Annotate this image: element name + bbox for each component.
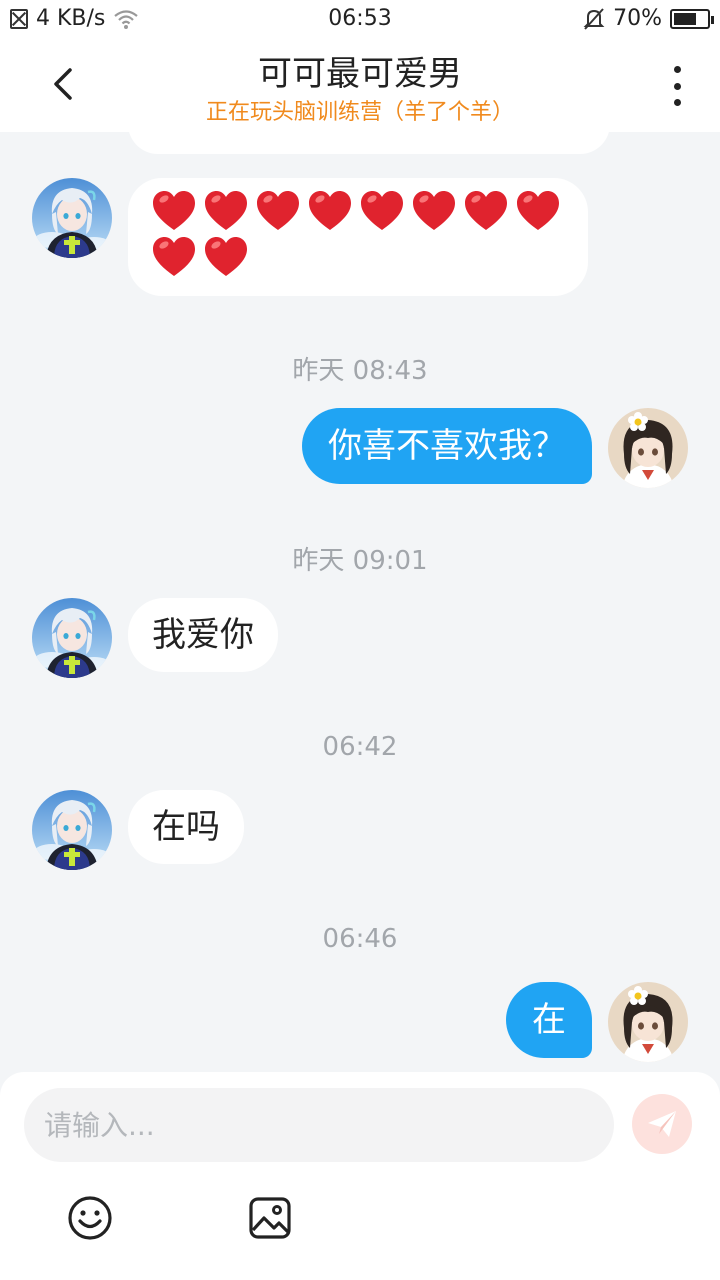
message-list[interactable]: 昨天 08:43 你喜不喜欢我？ 昨天 09:01 我爱你 06:42 在吗 0… [0, 132, 720, 1072]
message-bubble-incoming: 在吗 [128, 790, 244, 864]
battery-icon [670, 8, 714, 29]
message-bubble-outgoing: 在 [506, 982, 592, 1058]
chat-header: 可可最可爱男 正在玩头脑训练营（羊了个羊） [0, 38, 720, 132]
image-button[interactable] [246, 1194, 294, 1242]
message-bubble-outgoing: 你喜不喜欢我？ [302, 408, 592, 484]
status-bar: 4 KB/s 06:53 70% [0, 0, 720, 38]
message-timestamp: 昨天 08:43 [292, 356, 428, 386]
input-panel [0, 1072, 720, 1280]
heart-emoji [410, 188, 458, 234]
avatar-image [32, 178, 112, 258]
paper-plane-icon [648, 1111, 676, 1137]
battery-level [674, 12, 697, 25]
message-bubble-incoming: 我爱你 [128, 598, 278, 672]
message-input[interactable] [24, 1088, 614, 1162]
heart-emoji [306, 188, 354, 234]
avatar-image [608, 982, 688, 1062]
send-button[interactable] [632, 1094, 692, 1154]
message-bubble-previous [128, 132, 610, 154]
avatar-contact[interactable] [32, 790, 112, 870]
avatar-contact[interactable] [32, 598, 112, 678]
avatar-contact[interactable] [32, 178, 112, 258]
avatar-image [32, 790, 112, 870]
message-timestamp: 06:42 [322, 732, 398, 762]
message-bubble-hearts [128, 178, 588, 296]
heart-emoji [202, 188, 250, 234]
message-timestamp: 昨天 09:01 [292, 546, 428, 576]
status-right: 70% [583, 6, 714, 31]
avatar-image [608, 408, 688, 488]
avatar-self[interactable] [608, 982, 688, 1062]
contact-name: 可可最可爱男 [258, 54, 462, 94]
emoji-button[interactable] [66, 1194, 114, 1242]
more-vertical-icon [673, 66, 681, 73]
heart-emoji [202, 234, 250, 280]
message-timestamp: 06:46 [322, 924, 398, 954]
battery-percent: 70% [613, 6, 662, 31]
avatar-image [32, 598, 112, 678]
avatar-self[interactable] [608, 408, 688, 488]
heart-emoji [150, 188, 198, 234]
heart-emoji [254, 188, 302, 234]
smiley-icon [68, 1196, 112, 1240]
heart-emoji [514, 188, 562, 234]
more-options-button[interactable] [664, 66, 690, 106]
contact-status: 正在玩头脑训练营（羊了个羊） [205, 100, 514, 125]
heart-emoji [150, 234, 198, 280]
heart-emoji [358, 188, 406, 234]
heart-emoji [462, 188, 510, 234]
bell-muted-icon [583, 7, 605, 30]
image-icon [249, 1197, 291, 1239]
